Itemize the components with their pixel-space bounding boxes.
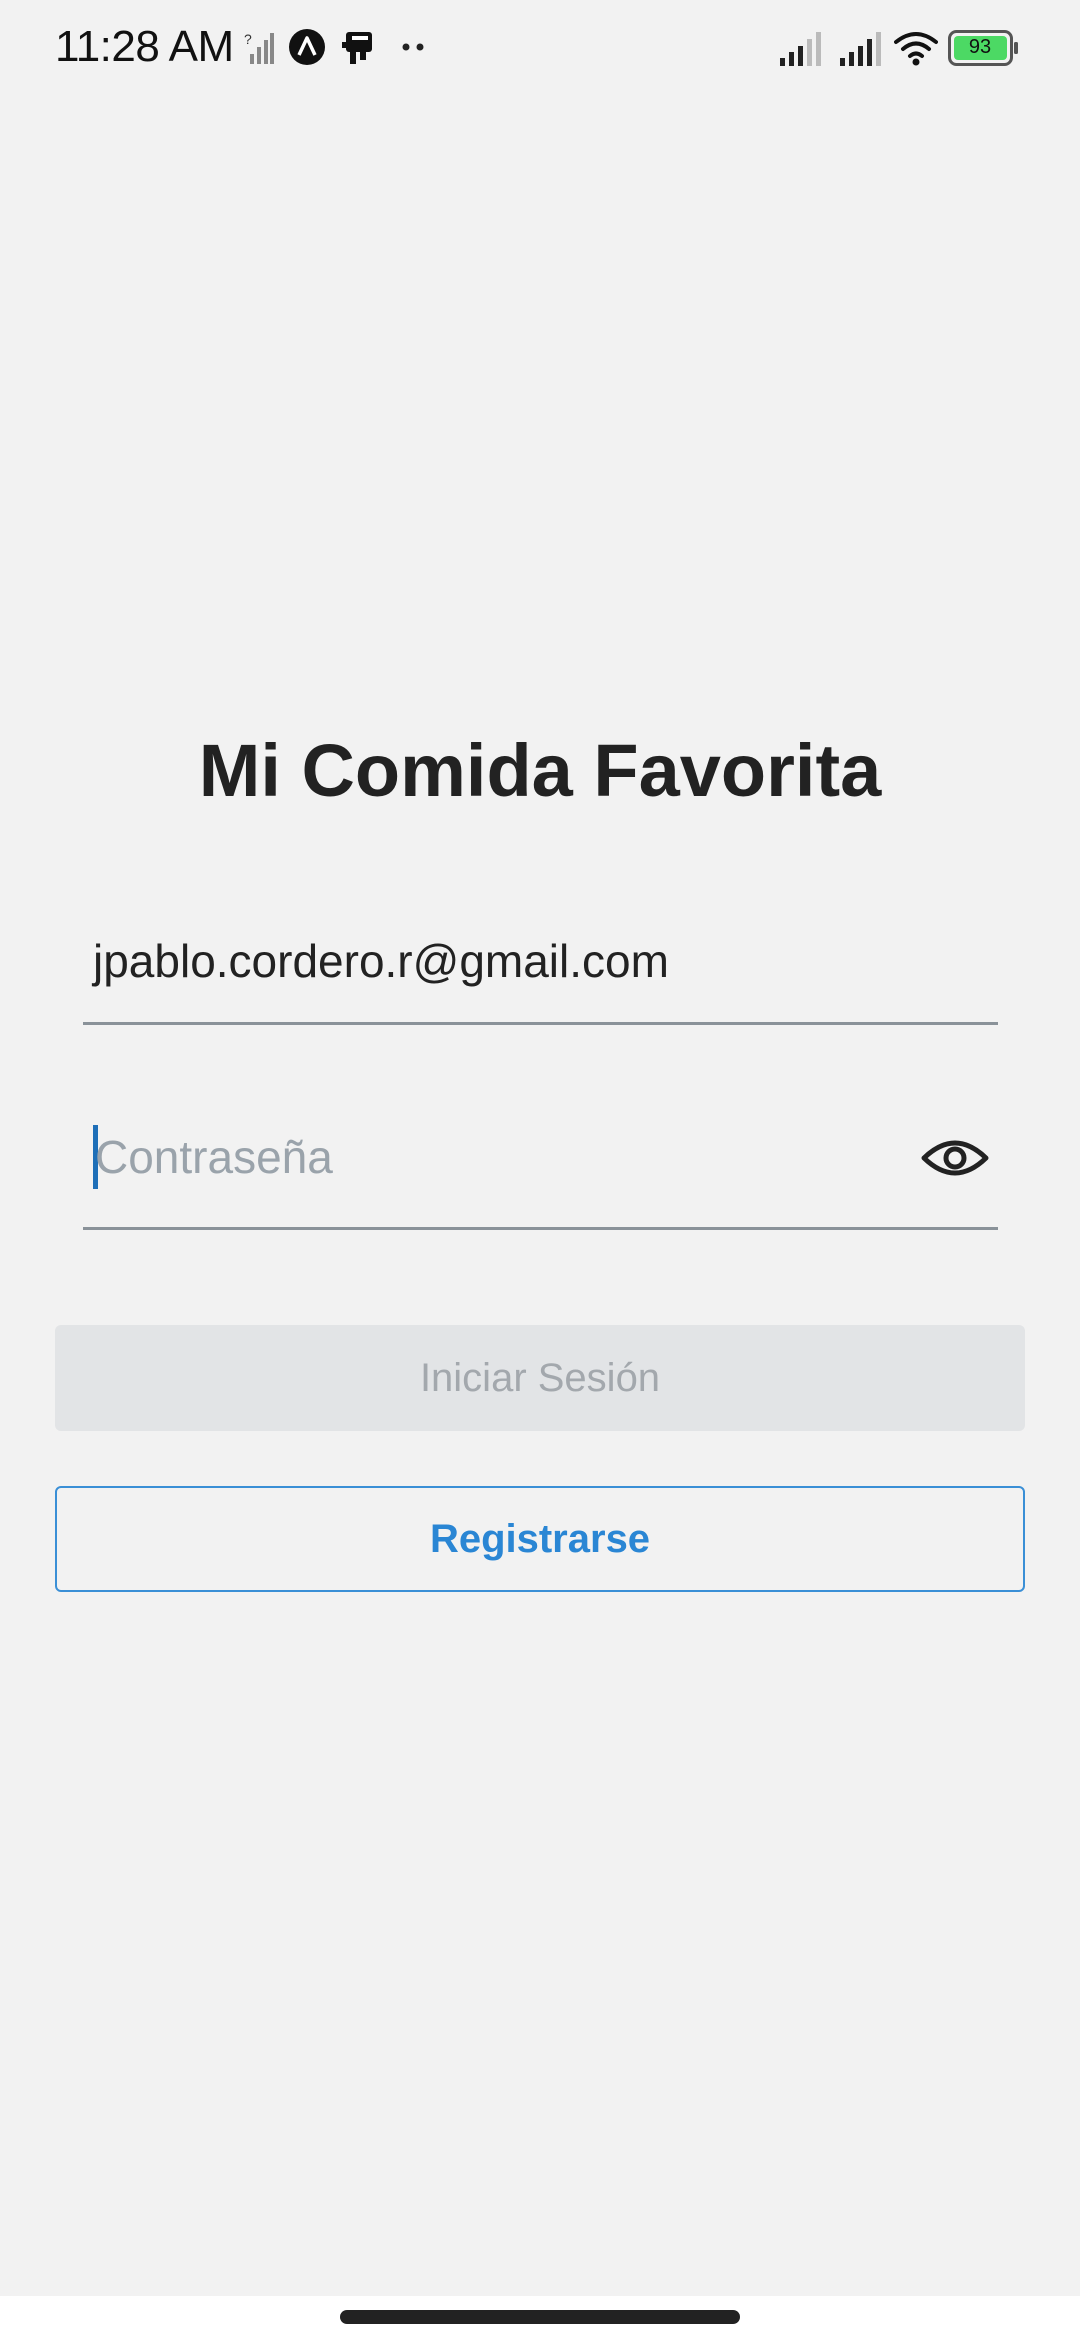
login-button[interactable]: Iniciar Sesión [55, 1325, 1025, 1431]
navigation-bar [0, 2296, 1080, 2340]
password-field[interactable] [83, 1105, 998, 1230]
email-value[interactable]: jpablo.cordero.r@gmail.com [93, 934, 669, 988]
no-sim-signal-icon: ? [244, 31, 274, 64]
register-button[interactable]: Registrarse [55, 1486, 1025, 1592]
status-time: 11:28 AM [55, 22, 234, 71]
battery-level: 93 [968, 36, 992, 58]
home-indicator[interactable] [340, 2310, 740, 2324]
signal-icon [840, 32, 881, 66]
signal-icon [780, 32, 821, 66]
email-field[interactable]: jpablo.cordero.r@gmail.com [83, 910, 998, 1025]
eye-icon[interactable] [920, 1123, 990, 1193]
svg-text:?: ? [244, 31, 252, 47]
printer-icon [342, 32, 372, 64]
battery-icon: 93 [948, 30, 1020, 66]
login-screen: 11:28 AM ? 93 Mi Comida Favorita jpablo.… [0, 0, 1080, 2340]
app-notification-icon [289, 29, 325, 65]
page-title: Mi Comida Favorita [198, 729, 882, 812]
wifi-icon [894, 32, 938, 66]
status-bar: 11:28 AM ? 93 [0, 0, 1080, 96]
more-dots-icon [402, 43, 424, 51]
register-button-label: Registrarse [429, 1516, 651, 1561]
login-button-label: Iniciar Sesión [419, 1355, 661, 1400]
password-input[interactable] [95, 1125, 895, 1189]
